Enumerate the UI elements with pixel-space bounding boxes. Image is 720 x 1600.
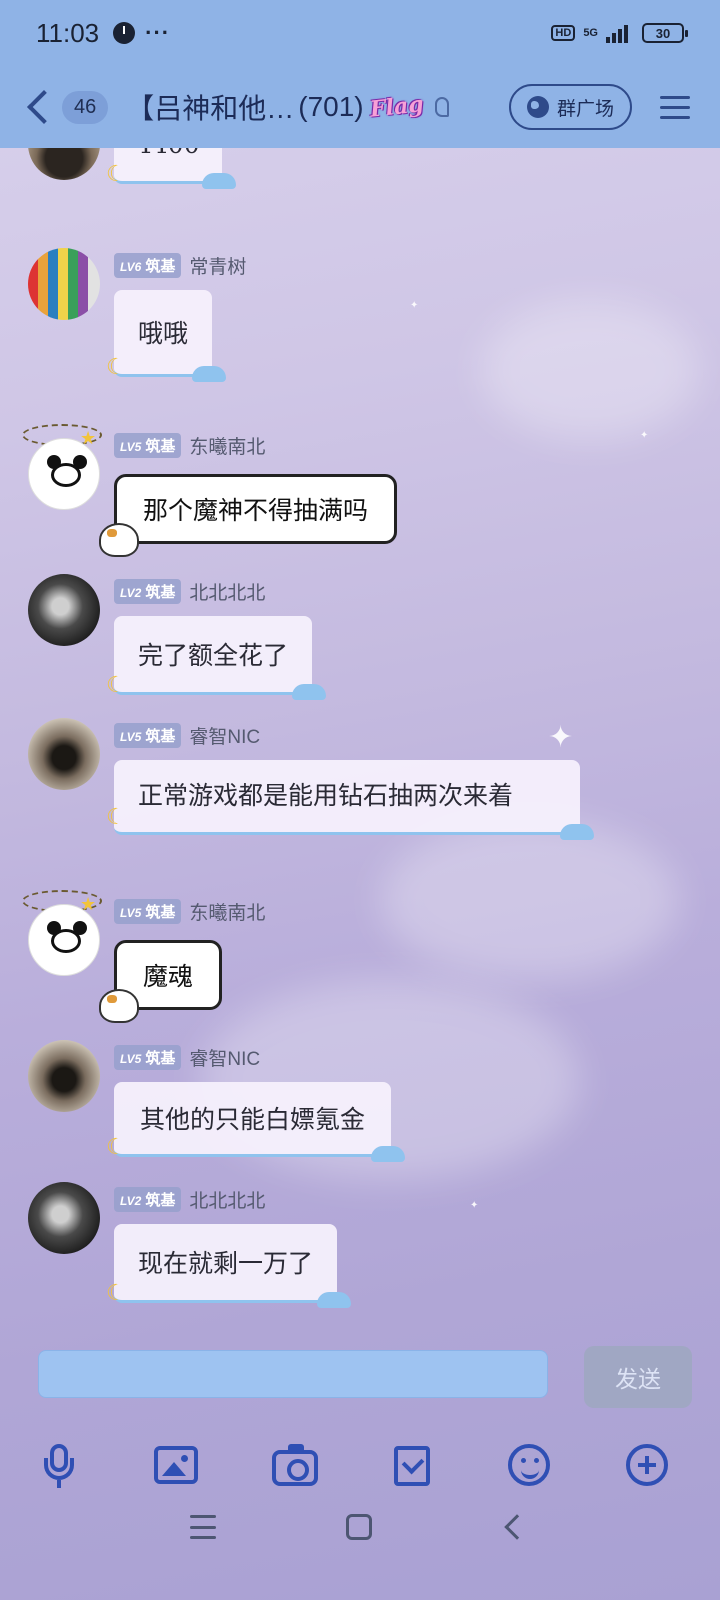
sender-meta: LV5 筑基 睿智NIC — [114, 1044, 260, 1071]
cloud-icon — [317, 1292, 352, 1308]
message-bubble[interactable]: 那个魔神不得抽满吗 — [99, 474, 398, 557]
avatar[interactable] — [28, 1040, 100, 1112]
level-badge: LV5 筑基 — [114, 899, 182, 924]
message-bubble[interactable]: 现在就剩一万了 ☾ — [106, 1224, 352, 1308]
message-input[interactable] — [38, 1350, 548, 1398]
ear-icon — [435, 97, 450, 117]
cloud-icon — [292, 684, 327, 700]
sender-name[interactable]: 睿智NIC — [189, 1044, 260, 1071]
level-badge: LV6 筑基 — [114, 253, 182, 278]
level-badge: LV5 筑基 — [114, 723, 182, 748]
emoji-icon[interactable] — [508, 1444, 550, 1486]
moon-icon: ☾ — [106, 673, 126, 698]
group-title[interactable]: 【吕神和他… — [126, 87, 294, 127]
unread-count-badge[interactable]: 46 — [62, 90, 109, 124]
sender-meta: LV5 筑基 东曦南北 — [114, 898, 265, 925]
plaza-label: 群广场 — [556, 98, 614, 120]
globe-icon — [526, 96, 549, 118]
message-text: 其他的只能白嫖氪金 — [140, 1105, 366, 1134]
moon-icon: ☾ — [106, 355, 126, 380]
message-text: 那个魔神不得抽满吗 — [143, 496, 369, 525]
cloud-icon — [201, 173, 236, 189]
chat-list[interactable]: 4400 ☾ LV6筑基 常青树 哦哦 ☾ ★ LV5筑基 东曦南北 那个魔神不… — [0, 148, 720, 1328]
send-button[interactable]: 发送 — [584, 1346, 692, 1408]
chat-header: 46 【吕神和他… (701) Flag 群广场 — [0, 66, 720, 148]
sender-meta: LV5 筑基 睿智NIC — [114, 722, 260, 749]
message-bubble[interactable]: 魔魂 — [99, 940, 223, 1023]
cloud-icon — [560, 824, 594, 840]
sender-name[interactable]: 东曦南北 — [189, 432, 265, 459]
sender-name[interactable]: 北北北北 — [189, 578, 265, 605]
camera-icon[interactable] — [272, 1444, 318, 1486]
moon-icon: ☾ — [106, 1281, 126, 1306]
battery-level: 30 — [655, 25, 671, 41]
image-icon[interactable] — [154, 1446, 198, 1484]
cat-sticker-icon — [99, 989, 139, 1023]
cloud-icon — [192, 366, 227, 382]
sender-name[interactable]: 常青树 — [189, 252, 246, 279]
sender-meta: LV5 筑基 东曦南北 — [114, 432, 265, 459]
network-type: 5G — [583, 27, 598, 39]
message-text: 哦哦 — [138, 319, 189, 348]
message-text: 正常游戏都是能用钻石抽两次来着 — [138, 781, 514, 810]
level-badge: LV2 筑基 — [114, 579, 182, 604]
message-bubble[interactable]: 完了额全花了 ☾ — [106, 616, 327, 700]
status-more-dots: ··· — [145, 20, 171, 45]
avatar[interactable] — [28, 1182, 100, 1254]
level-badge: LV5 筑基 — [114, 433, 182, 458]
cat-sticker-icon — [99, 523, 139, 557]
sender-name[interactable]: 北北北北 — [189, 1186, 265, 1213]
avatar[interactable] — [28, 718, 100, 790]
group-plaza-button[interactable]: 群广场 — [508, 84, 632, 130]
recents-icon[interactable] — [190, 1515, 216, 1539]
member-count[interactable]: (701) — [298, 91, 363, 123]
menu-icon[interactable] — [660, 95, 690, 119]
back-icon[interactable] — [27, 90, 61, 124]
battery-icon: 30 — [642, 23, 688, 43]
status-bar: 11:03 ··· HD 5G 30 — [0, 0, 720, 66]
status-time: 11:03 — [36, 17, 100, 48]
home-icon[interactable] — [346, 1514, 372, 1540]
avatar[interactable] — [28, 438, 100, 510]
moon-icon: ☾ — [106, 1135, 126, 1160]
red-packet-icon[interactable] — [394, 1446, 430, 1486]
level-badge: LV5 筑基 — [114, 1045, 182, 1070]
message-text: 魔魂 — [143, 962, 194, 991]
sender-meta: LV2 筑基 北北北北 — [114, 578, 265, 605]
message-text: 完了额全花了 — [138, 641, 289, 670]
message-bubble[interactable]: 哦哦 ☾ — [106, 290, 227, 382]
moon-icon: ☾ — [106, 162, 126, 187]
moon-icon: ☾ — [106, 805, 126, 830]
signal-icon — [606, 23, 628, 43]
message-text: 现在就剩一万了 — [138, 1249, 314, 1278]
message-bubble[interactable]: 4400 ☾ — [106, 148, 236, 189]
avatar[interactable] — [28, 904, 100, 976]
cloud-icon — [371, 1146, 406, 1162]
sender-meta: LV2 筑基 北北北北 — [114, 1186, 265, 1213]
mic-icon[interactable] — [34, 1440, 84, 1490]
sender-meta: LV6 筑基 常青树 — [114, 252, 246, 279]
avatar[interactable] — [28, 148, 100, 180]
clock-icon — [113, 22, 136, 44]
hd-icon: HD — [551, 25, 576, 41]
sender-name[interactable]: 东曦南北 — [189, 898, 265, 925]
avatar[interactable] — [28, 248, 100, 320]
message-bubble[interactable]: 正常游戏都是能用钻石抽两次来着 ☾ — [106, 760, 594, 840]
status-indicators: HD 5G 30 — [551, 23, 688, 43]
avatar[interactable] — [28, 574, 100, 646]
message-bubble[interactable]: 其他的只能白嫖氪金 ☾ — [106, 1082, 406, 1162]
plus-icon[interactable] — [626, 1444, 668, 1486]
message-text: 4400 — [136, 148, 200, 159]
flag-badge: Flag — [368, 91, 425, 123]
level-badge: LV2 筑基 — [114, 1187, 182, 1212]
sender-name[interactable]: 睿智NIC — [189, 722, 260, 749]
